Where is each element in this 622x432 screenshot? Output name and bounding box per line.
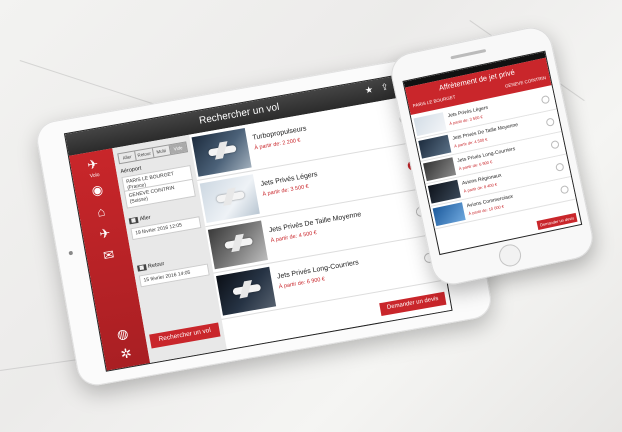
aircraft-thumbnail	[423, 157, 457, 182]
phone-speaker	[450, 48, 487, 60]
search-flight-button[interactable]: Rechercher un vol	[149, 322, 221, 349]
calendar-icon: ▦	[128, 216, 139, 225]
request-quote-button[interactable]: Demander un devis	[536, 212, 578, 230]
return-label: ▦ Retour	[137, 261, 165, 272]
trip-type-segmented-control[interactable]: Aller Retour Multi Vide	[117, 141, 189, 165]
mail-icon: ✉	[102, 246, 116, 264]
sidebar-item-home[interactable]: ⌂	[78, 201, 124, 222]
sidebar-item-flights[interactable]: ✈	[82, 223, 128, 244]
segment-aller[interactable]: Aller	[118, 151, 137, 164]
sidebar-item-settings[interactable]: ✲	[103, 343, 149, 364]
calendar-icon: ▦	[137, 264, 147, 272]
aircraft-thumbnail	[199, 174, 260, 224]
sidebar-item-globe[interactable]: ◍	[100, 324, 146, 345]
radio-button[interactable]	[550, 139, 560, 150]
sidebar-logo[interactable]: ✈ Volo	[70, 154, 117, 182]
radio-button[interactable]	[555, 162, 565, 172]
segment-vide[interactable]: Vide	[169, 142, 187, 155]
sidebar-item-compass[interactable]: ◉	[74, 180, 120, 201]
aircraft-thumbnail	[418, 134, 452, 159]
tablet-screen: Rechercher un vol ★ ⇪ ⓘ ✈ Volo ◉ ⌂ ✈ ✉ ◍…	[63, 72, 453, 372]
star-icon[interactable]: ★	[363, 84, 375, 96]
aircraft-thumbnail	[432, 202, 466, 227]
globe-icon: ◍	[115, 325, 130, 343]
aircraft-thumbnail	[427, 179, 461, 204]
aircraft-thumbnail	[216, 266, 277, 316]
segment-multi[interactable]: Multi	[152, 145, 171, 158]
sidebar-item-mail[interactable]: ✉	[86, 245, 132, 266]
radio-button[interactable]	[545, 117, 555, 127]
radio-button[interactable]	[559, 184, 570, 195]
request-quote-button[interactable]: Demander un devis	[379, 291, 447, 317]
phone-screen: Affrètement de jet privé PARIS LE BOURGE…	[402, 50, 583, 256]
settings-icon: ✲	[119, 345, 133, 362]
aircraft-category: Jets Privés Légers	[260, 171, 319, 188]
home-icon: ⌂	[95, 203, 107, 220]
share-icon[interactable]: ⇪	[379, 81, 391, 93]
segment-retour[interactable]: Retour	[135, 148, 154, 161]
tablet-camera	[68, 250, 74, 256]
depart-label: ▦ Aller	[128, 214, 152, 225]
radio-button[interactable]	[540, 94, 551, 105]
phone-home-button[interactable]	[497, 242, 524, 269]
aircraft-thumbnail	[191, 127, 252, 177]
aircraft-thumbnail	[207, 220, 268, 270]
compass-icon: ◉	[90, 181, 105, 199]
plane-icon: ✈	[98, 224, 112, 242]
aircraft-thumbnail	[413, 112, 447, 137]
